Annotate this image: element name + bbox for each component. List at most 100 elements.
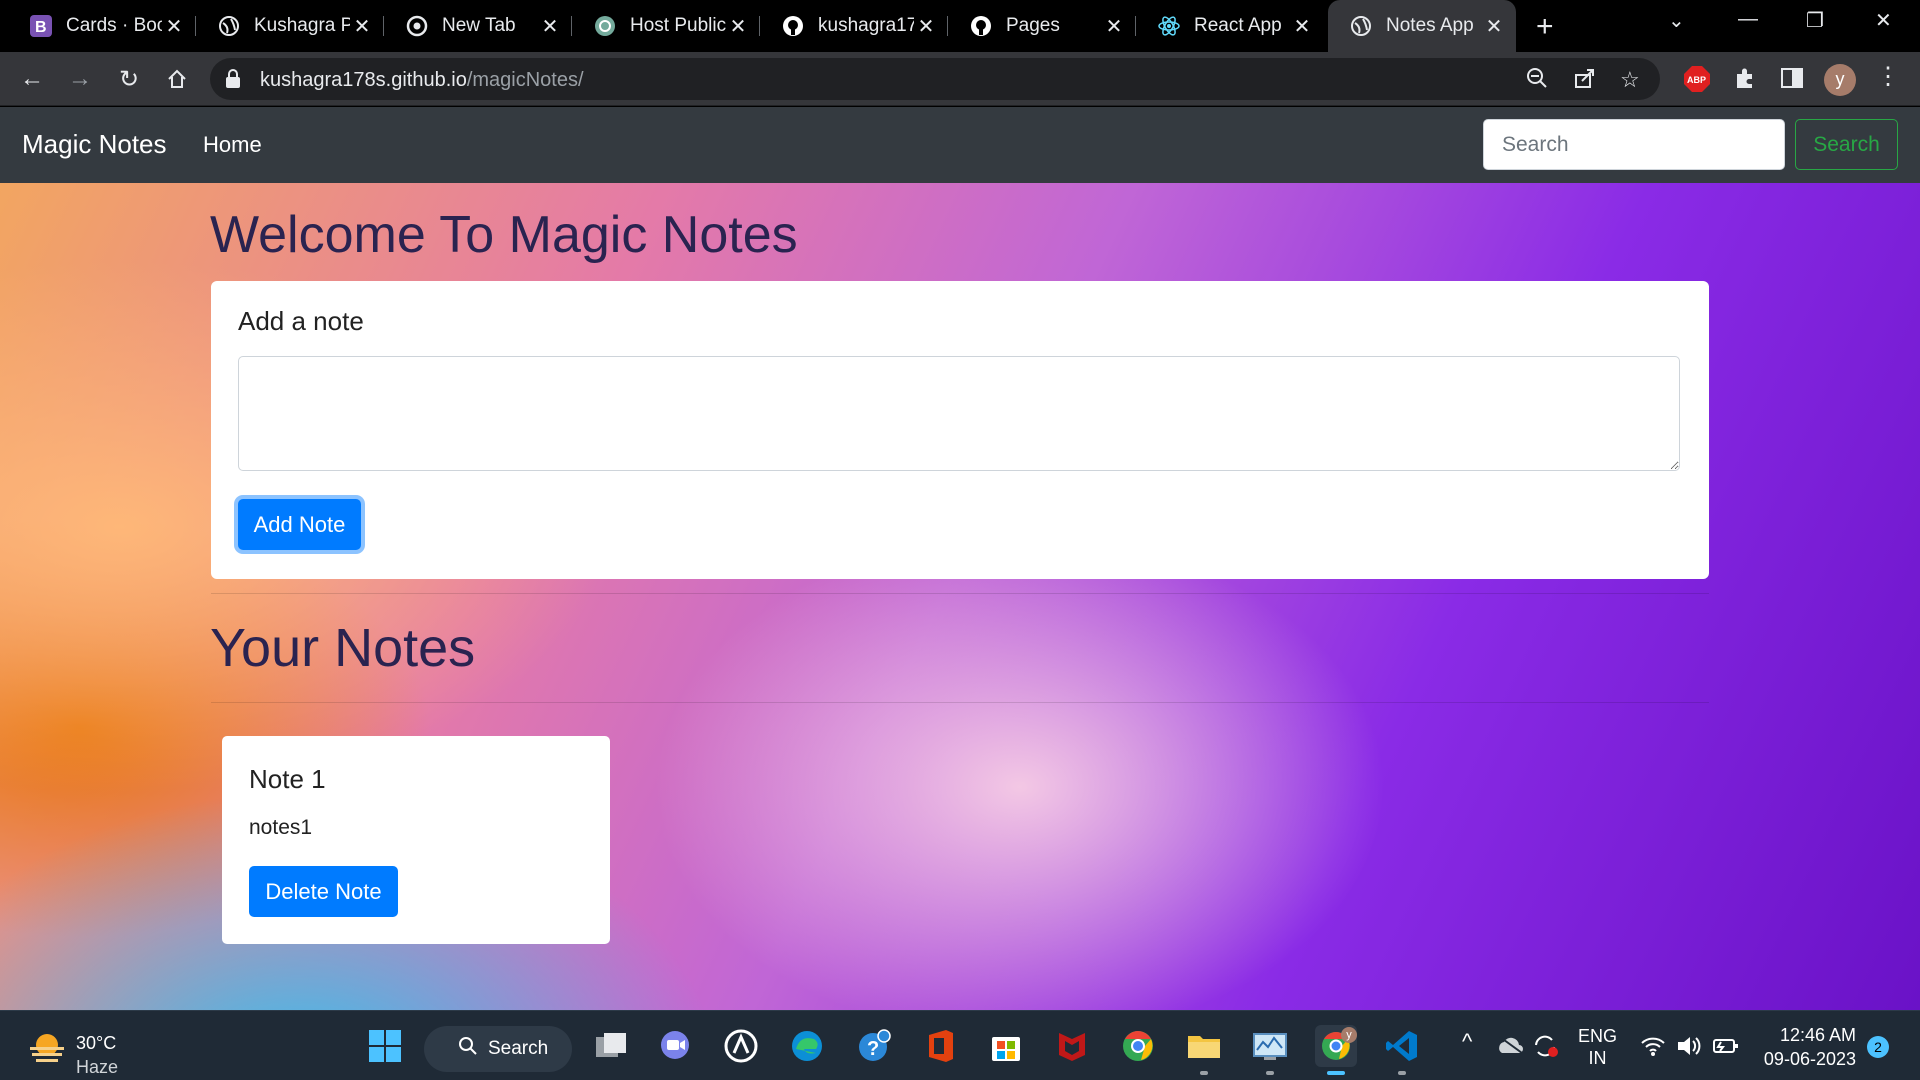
search-icon bbox=[458, 1036, 478, 1062]
tab-host-public[interactable]: Host Public ✕ bbox=[572, 8, 760, 44]
tab-kushagra-portfolio[interactable]: Kushagra Portfolio ✕ bbox=[196, 8, 384, 44]
resource-monitor-icon[interactable] bbox=[1249, 1025, 1291, 1075]
back-arrow-icon[interactable]: ← bbox=[15, 62, 49, 96]
clock-time: 12:46 AM bbox=[1779, 1025, 1856, 1045]
windows-start-icon[interactable] bbox=[364, 1025, 406, 1067]
globe-icon bbox=[1350, 15, 1372, 37]
battery-icon[interactable] bbox=[1712, 1036, 1740, 1061]
tab-new-tab[interactable]: New Tab ✕ bbox=[384, 8, 572, 44]
close-tab-icon[interactable]: ✕ bbox=[1482, 14, 1506, 39]
language-indicator[interactable]: ENG IN bbox=[1578, 1025, 1617, 1069]
address-bar[interactable]: kushagra178s.github.io/magicNotes/ ☆ bbox=[210, 58, 1660, 100]
active-indicator bbox=[1327, 1071, 1345, 1075]
reload-icon[interactable]: ↻ bbox=[112, 62, 146, 96]
openai-icon bbox=[594, 15, 616, 37]
running-indicator bbox=[1200, 1071, 1208, 1075]
tab-github-kushagra[interactable]: kushagra178s ✕ bbox=[760, 8, 948, 44]
svg-text:?: ? bbox=[867, 1038, 879, 1060]
url-text[interactable]: kushagra178s.github.io/magicNotes/ bbox=[260, 69, 584, 92]
language-bottom: IN bbox=[1588, 1048, 1607, 1068]
edge-icon[interactable] bbox=[786, 1025, 828, 1067]
extensions-puzzle-icon[interactable] bbox=[1733, 66, 1757, 95]
weather-temperature: 30°C bbox=[76, 1033, 117, 1053]
tab-cards-bootstrap[interactable]: B Cards · Bootstrap ✕ bbox=[8, 8, 196, 44]
notification-badge[interactable]: 2 bbox=[1867, 1036, 1889, 1058]
help-icon[interactable]: ? bbox=[853, 1025, 895, 1067]
office-icon[interactable] bbox=[920, 1025, 962, 1067]
tab-notes-app[interactable]: Notes App ✕ bbox=[1328, 0, 1516, 52]
weather-description: Haze bbox=[76, 1057, 119, 1077]
bootstrap-icon: B bbox=[30, 15, 52, 37]
tab-react-app[interactable]: React App ✕ bbox=[1136, 8, 1324, 44]
tab-title: Cards · Bootstrap bbox=[66, 15, 162, 36]
close-tab-icon[interactable]: ✕ bbox=[162, 14, 186, 39]
zoom-icon[interactable] bbox=[1526, 67, 1548, 95]
close-tab-icon[interactable]: ✕ bbox=[1102, 14, 1126, 39]
chat-icon[interactable] bbox=[654, 1025, 696, 1067]
running-indicator bbox=[1266, 1071, 1274, 1075]
clock[interactable]: 12:46 AM 09-06-2023 bbox=[1760, 1023, 1856, 1071]
mcafee-icon[interactable] bbox=[1051, 1025, 1093, 1067]
add-note-card: Add a note Add Note bbox=[211, 281, 1709, 579]
tab-title: kushagra178s bbox=[818, 15, 914, 36]
tab-title: React App bbox=[1194, 15, 1282, 36]
lock-icon[interactable] bbox=[224, 68, 242, 95]
close-tab-icon[interactable]: ✕ bbox=[1290, 14, 1314, 39]
site-navbar: Magic Notes Home Search bbox=[0, 107, 1920, 183]
tab-title: New Tab bbox=[442, 15, 516, 36]
clock-date: 09-06-2023 bbox=[1763, 1049, 1856, 1069]
sync-icon[interactable] bbox=[1532, 1033, 1560, 1064]
notes-heading: Your Notes bbox=[210, 618, 476, 678]
taskbar-search[interactable]: Search bbox=[424, 1026, 572, 1072]
file-explorer-icon[interactable] bbox=[1183, 1025, 1225, 1075]
page-title: Welcome To Magic Notes bbox=[210, 206, 798, 264]
show-hidden-icons-chevron-icon[interactable]: ^ bbox=[1462, 1029, 1472, 1055]
copilot-icon[interactable] bbox=[720, 1025, 762, 1067]
note-body: notes1 bbox=[249, 816, 313, 839]
close-tab-icon[interactable]: ✕ bbox=[914, 14, 938, 39]
tab-title: Notes App bbox=[1386, 15, 1474, 36]
divider bbox=[211, 593, 1709, 594]
tab-search-chevron-icon[interactable]: ⌄ bbox=[1668, 8, 1685, 33]
close-tab-icon[interactable]: ✕ bbox=[726, 14, 750, 39]
delete-note-button[interactable]: Delete Note bbox=[249, 866, 398, 917]
tab-pages[interactable]: Pages ✕ bbox=[948, 8, 1136, 44]
bookmark-star-icon[interactable]: ☆ bbox=[1620, 67, 1640, 93]
onedrive-icon[interactable] bbox=[1496, 1035, 1524, 1060]
microsoft-store-icon[interactable] bbox=[985, 1025, 1027, 1067]
search-input[interactable] bbox=[1483, 119, 1785, 170]
home-icon[interactable] bbox=[160, 62, 194, 96]
windows-taskbar: 30°C Haze Search ? y ^ ENG IN 12:46 AM 0… bbox=[0, 1010, 1920, 1080]
globe-icon bbox=[218, 15, 240, 37]
search-button[interactable]: Search bbox=[1795, 119, 1898, 170]
wifi-icon[interactable] bbox=[1640, 1035, 1666, 1062]
note-textarea[interactable] bbox=[238, 356, 1680, 471]
close-tab-icon[interactable]: ✕ bbox=[350, 14, 374, 39]
github-icon bbox=[970, 15, 992, 37]
restore-icon[interactable]: ❐ bbox=[1806, 8, 1824, 33]
kebab-menu-icon[interactable]: ⋮ bbox=[1876, 62, 1900, 91]
volume-icon[interactable] bbox=[1676, 1035, 1702, 1062]
share-icon[interactable] bbox=[1574, 67, 1596, 95]
tab-title: Pages bbox=[1006, 15, 1060, 36]
nav-link-home[interactable]: Home bbox=[203, 132, 262, 158]
task-view-icon[interactable] bbox=[590, 1025, 632, 1067]
running-indicator bbox=[1398, 1071, 1406, 1075]
note-title: Note 1 bbox=[249, 764, 326, 794]
page-viewport: Magic Notes Home Search Welcome To Magic… bbox=[0, 107, 1920, 1010]
adblock-plus-icon[interactable]: ABP bbox=[1683, 65, 1711, 98]
chrome-icon[interactable] bbox=[1117, 1025, 1159, 1067]
side-panel-icon[interactable] bbox=[1780, 66, 1804, 95]
vscode-icon[interactable] bbox=[1381, 1025, 1423, 1075]
minimize-icon[interactable]: — bbox=[1738, 8, 1758, 31]
language-top: ENG bbox=[1578, 1026, 1618, 1046]
close-tab-icon[interactable]: ✕ bbox=[538, 14, 562, 39]
profile-avatar[interactable]: y bbox=[1824, 64, 1856, 96]
github-icon bbox=[782, 15, 804, 37]
add-note-button[interactable]: Add Note bbox=[238, 499, 361, 550]
window-close-icon[interactable]: ✕ bbox=[1875, 8, 1892, 33]
chrome-profile-taskbar-icon[interactable]: y bbox=[1315, 1025, 1357, 1075]
navbar-brand[interactable]: Magic Notes bbox=[22, 129, 167, 160]
forward-arrow-icon[interactable]: → bbox=[63, 62, 97, 96]
new-tab-plus-icon[interactable]: + bbox=[1536, 10, 1554, 44]
